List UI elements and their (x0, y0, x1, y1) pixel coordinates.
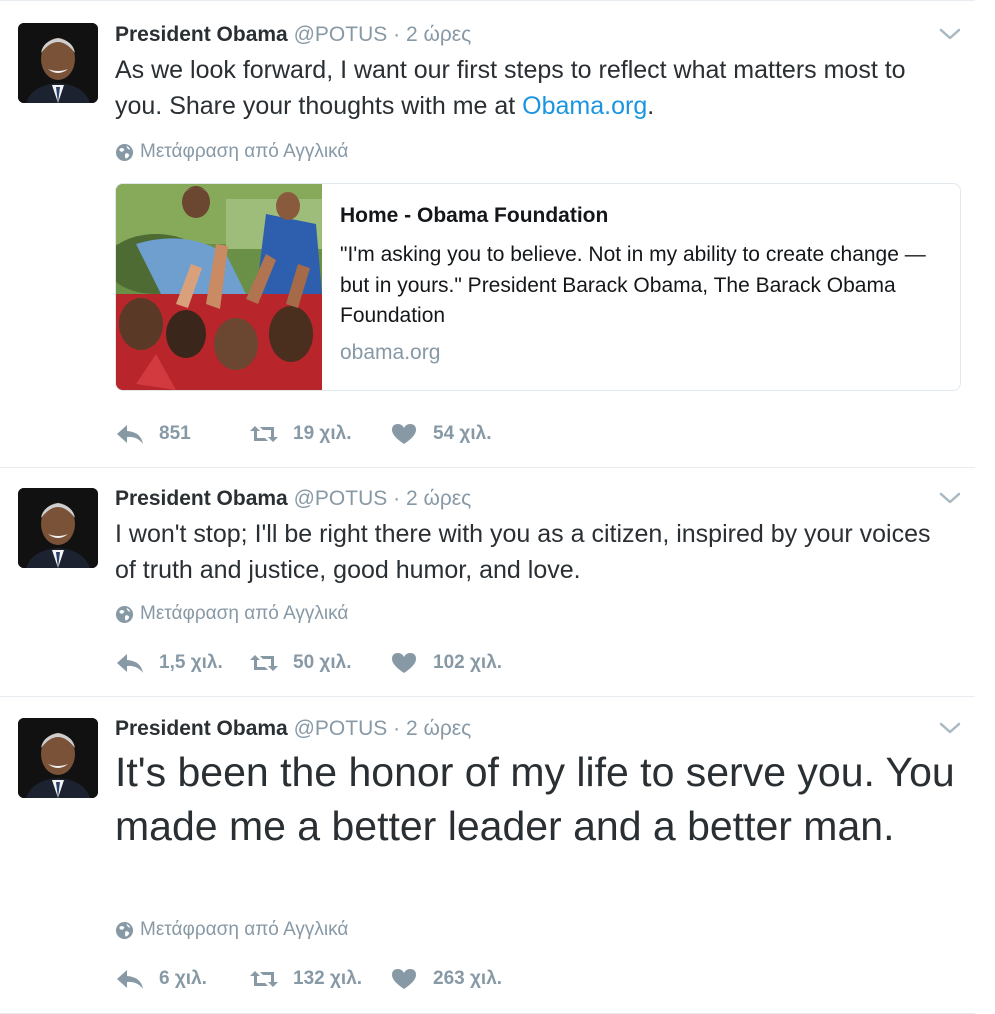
reply-button[interactable]: 6 χιλ. (115, 967, 207, 991)
avatar[interactable] (18, 718, 98, 798)
tweet-header: President Obama @POTUS · 2 ώρες (115, 486, 471, 512)
like-button[interactable]: 102 χιλ. (389, 651, 502, 675)
tweet-actions: 851 19 χιλ. 54 χιλ. (115, 422, 615, 452)
globe-icon (115, 921, 134, 939)
like-count: 54 χιλ. (433, 423, 492, 444)
tweet-actions: 6 χιλ. 132 χιλ. 263 χιλ. (115, 967, 615, 997)
tweet-text-part: . (647, 92, 655, 120)
chevron-down-icon[interactable] (938, 720, 962, 736)
retweet-icon (250, 426, 278, 442)
globe-icon (115, 605, 134, 623)
retweet-count: 50 χιλ. (293, 652, 352, 673)
author-handle[interactable]: @POTUS (294, 487, 388, 510)
reply-icon (117, 970, 143, 989)
avatar[interactable] (18, 488, 98, 568)
timestamp[interactable]: 2 ώρες (406, 717, 471, 740)
separator: · (393, 487, 401, 510)
card-title[interactable]: Home - Obama Foundation (340, 204, 608, 228)
reply-button[interactable]: 851 (115, 422, 191, 446)
reply-icon (117, 654, 143, 673)
reply-count: 1,5 χιλ. (159, 652, 223, 673)
author-handle[interactable]: @POTUS (294, 717, 388, 740)
timestamp[interactable]: 2 ώρες (406, 487, 471, 510)
translate-label[interactable]: Μετάφραση από Αγγλικά (140, 603, 348, 625)
tweet-header: President Obama @POTUS · 2 ώρες (115, 716, 471, 742)
retweet-button[interactable]: 50 χιλ. (249, 651, 351, 675)
card-image (116, 184, 322, 390)
reply-count: 851 (159, 423, 191, 444)
chevron-down-icon[interactable] (938, 490, 962, 506)
heart-icon (392, 653, 416, 673)
separator: · (393, 23, 401, 46)
like-count: 102 χιλ. (433, 652, 503, 673)
reply-icon (117, 425, 143, 444)
timestamp[interactable]: 2 ώρες (406, 23, 471, 46)
reply-count: 6 χιλ. (159, 968, 207, 989)
tweet-text: It's been the honor of my life to serve … (115, 749, 955, 849)
link-card[interactable]: Home - Obama Foundation "I'm asking you … (115, 183, 961, 391)
retweet-icon (250, 971, 278, 987)
like-button[interactable]: 263 χιλ. (389, 967, 502, 991)
author-name[interactable]: President Obama (115, 717, 288, 740)
retweet-button[interactable]: 19 χιλ. (249, 422, 351, 446)
card-description: "I'm asking you to believe. Not in my ab… (340, 243, 926, 327)
translate-link[interactable]: Μετάφραση από Αγγλικά (115, 603, 348, 625)
tweet-text: I won't stop; I'll be right there with y… (115, 520, 931, 584)
separator: · (393, 717, 401, 740)
author-name[interactable]: President Obama (115, 487, 288, 510)
tweet-header: President Obama @POTUS · 2 ώρες (115, 22, 471, 48)
translate-link[interactable]: Μετάφραση από Αγγλικά (115, 141, 348, 163)
like-button[interactable]: 54 χιλ. (389, 422, 491, 446)
tweet-text: As we look forward, I want our first ste… (115, 52, 955, 124)
retweet-count: 132 χιλ. (293, 968, 363, 989)
chevron-down-icon[interactable] (938, 26, 962, 42)
tweet[interactable]: President Obama @POTUS · 2 ώρες It's bee… (0, 697, 975, 1014)
tweet-text-part: As we look forward, I want our first ste… (115, 56, 906, 120)
translate-label[interactable]: Μετάφραση από Αγγλικά (140, 919, 348, 941)
globe-icon (115, 143, 134, 161)
tweet-actions: 1,5 χιλ. 50 χιλ. 102 χιλ. (115, 651, 615, 681)
avatar[interactable] (18, 23, 98, 103)
heart-icon (392, 969, 416, 989)
tweet[interactable]: President Obama @POTUS · 2 ώρες I won't … (0, 467, 975, 697)
reply-button[interactable]: 1,5 χιλ. (115, 651, 223, 675)
retweet-count: 19 χιλ. (293, 423, 352, 444)
author-name[interactable]: President Obama (115, 23, 288, 46)
translate-label[interactable]: Μετάφραση από Αγγλικά (140, 141, 348, 163)
tweet[interactable]: President Obama @POTUS · 2 ώρες As we lo… (0, 0, 975, 468)
retweet-icon (250, 655, 278, 671)
heart-icon (392, 424, 416, 444)
translate-link[interactable]: Μετάφραση από Αγγλικά (115, 919, 348, 941)
tweet-link[interactable]: Obama.org (522, 92, 647, 120)
author-handle[interactable]: @POTUS (294, 23, 388, 46)
like-count: 263 χιλ. (433, 968, 503, 989)
card-domain: obama.org (340, 341, 441, 364)
retweet-button[interactable]: 132 χιλ. (249, 967, 362, 991)
